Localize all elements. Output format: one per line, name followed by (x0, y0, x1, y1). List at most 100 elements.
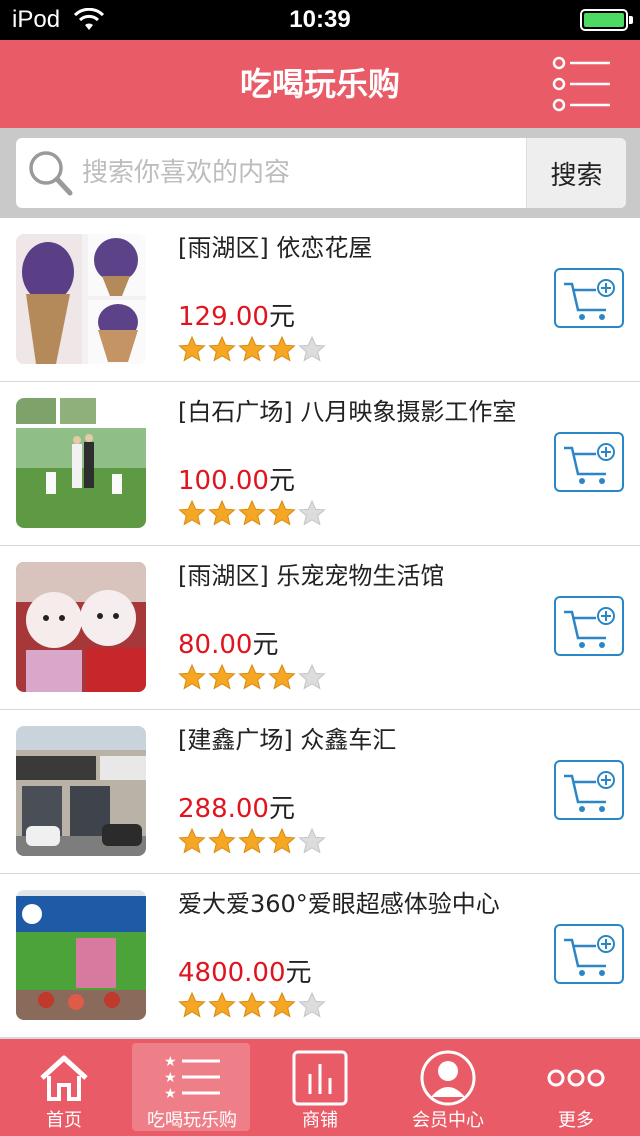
rating-stars (178, 500, 328, 526)
cart-add-icon (564, 443, 615, 484)
star-empty-icon (298, 828, 326, 854)
pet-dogs-photo (16, 562, 146, 692)
star-filled-icon (208, 828, 236, 854)
cart-add-icon (564, 771, 615, 812)
price-value: 100.00 (178, 466, 269, 496)
svg-text:★: ★ (164, 1086, 177, 1102)
price: 129.00元 (178, 300, 295, 334)
star-filled-icon (178, 992, 206, 1018)
shop-name: [雨湖区] 乐宠宠物生活馆 (178, 562, 445, 590)
price-unit: 元 (252, 630, 279, 660)
flower-bouquet-photo (16, 234, 146, 364)
cart-add-icon (564, 607, 615, 648)
star-filled-icon (238, 336, 266, 362)
tab-shops[interactable]: 商铺 (256, 1039, 384, 1136)
star-empty-icon (298, 500, 326, 526)
price-value: 80.00 (178, 630, 253, 660)
price-unit: 元 (268, 302, 295, 332)
add-to-cart-button[interactable] (554, 432, 624, 492)
shop-name: 爱大爱360°爱眼超感体验中心 (178, 890, 500, 918)
battery-icon (580, 9, 633, 31)
price-value: 129.00 (178, 302, 269, 332)
add-to-cart-button[interactable] (554, 924, 624, 984)
shop-name: [雨湖区] 依恋花屋 (178, 234, 373, 262)
storefront-photo (16, 890, 146, 1020)
tab-label: 更多 (558, 1110, 594, 1131)
star-filled-icon (268, 500, 296, 526)
tab-bar: 首页 ★ ★ ★ 吃喝玩乐购 商铺 会员中心 更多 (0, 1038, 640, 1136)
add-to-cart-button[interactable] (554, 760, 624, 820)
tab-more[interactable]: 更多 (512, 1039, 640, 1136)
star-filled-icon (208, 336, 236, 362)
star-filled-icon (208, 664, 236, 690)
car-shop-photo (16, 726, 146, 856)
price: 4800.00元 (178, 956, 312, 990)
tab-home[interactable]: 首页 (0, 1039, 128, 1136)
star-filled-icon (238, 664, 266, 690)
wedding-photo (16, 398, 146, 528)
star-filled-icon (268, 664, 296, 690)
star-empty-icon (298, 336, 326, 362)
star-filled-icon (178, 664, 206, 690)
star-filled-icon (238, 992, 266, 1018)
star-filled-icon (268, 828, 296, 854)
search-icon (26, 148, 74, 202)
tab-eat-drink-play-shop[interactable]: ★ ★ ★ 吃喝玩乐购 (128, 1039, 256, 1136)
tab-member-center[interactable]: 会员中心 (384, 1039, 512, 1136)
user-icon (384, 1049, 512, 1107)
home-icon (0, 1049, 128, 1107)
add-to-cart-button[interactable] (554, 268, 624, 328)
rating-stars (178, 664, 328, 690)
add-to-cart-button[interactable] (554, 596, 624, 656)
svg-text:★: ★ (164, 1054, 177, 1070)
star-filled-icon (178, 500, 206, 526)
bar-chart-icon (256, 1049, 384, 1107)
price: 80.00元 (178, 628, 278, 662)
price: 100.00元 (178, 464, 295, 498)
price-unit: 元 (285, 958, 312, 988)
list-item[interactable]: 爱大爱360°爱眼超感体验中心 4800.00元 (0, 874, 640, 1038)
list-item[interactable]: [建鑫广场] 众鑫车汇 288.00元 (0, 710, 640, 874)
more-icon (512, 1049, 640, 1107)
shop-name: [白石广场] 八月映象摄影工作室 (178, 398, 517, 426)
price-unit: 元 (268, 466, 295, 496)
svg-text:★: ★ (164, 1070, 177, 1086)
status-bar: iPod 10:39 (0, 0, 640, 40)
tab-label: 首页 (46, 1110, 82, 1131)
star-filled-icon (268, 336, 296, 362)
shop-list: [雨湖区] 依恋花屋 129.00元 [白石广场] 八月映象摄影工作室 100.… (0, 218, 640, 1038)
app-header: 吃喝玩乐购 (0, 40, 640, 128)
star-filled-icon (238, 828, 266, 854)
menu-button[interactable] (552, 56, 612, 112)
rating-stars (178, 992, 328, 1018)
tab-label: 吃喝玩乐购 (147, 1110, 237, 1131)
star-filled-icon (178, 828, 206, 854)
search-input[interactable] (82, 150, 522, 196)
rating-stars (178, 336, 328, 362)
list-menu-icon (552, 56, 610, 112)
price-value: 288.00 (178, 794, 269, 824)
cart-add-icon (564, 279, 615, 320)
clock: 10:39 (289, 6, 351, 33)
tab-label: 商铺 (302, 1110, 338, 1131)
star-filled-icon (208, 992, 236, 1018)
search-bar: 搜索 (0, 128, 640, 218)
star-empty-icon (298, 664, 326, 690)
list-item[interactable]: [雨湖区] 依恋花屋 129.00元 (0, 218, 640, 382)
shop-name: [建鑫广场] 众鑫车汇 (178, 726, 397, 754)
search-button[interactable]: 搜索 (526, 138, 626, 208)
search-box: 搜索 (16, 138, 626, 208)
star-list-icon: ★ ★ ★ (128, 1049, 256, 1107)
price-value: 4800.00 (178, 958, 286, 988)
list-item[interactable]: [雨湖区] 乐宠宠物生活馆 80.00元 (0, 546, 640, 710)
star-empty-icon (298, 992, 326, 1018)
star-filled-icon (268, 992, 296, 1018)
page-title: 吃喝玩乐购 (239, 65, 400, 103)
price-unit: 元 (268, 794, 295, 824)
rating-stars (178, 828, 328, 854)
list-item[interactable]: [白石广场] 八月映象摄影工作室 100.00元 (0, 382, 640, 546)
star-filled-icon (178, 336, 206, 362)
price: 288.00元 (178, 792, 295, 826)
cart-add-icon (564, 935, 615, 976)
star-filled-icon (208, 500, 236, 526)
